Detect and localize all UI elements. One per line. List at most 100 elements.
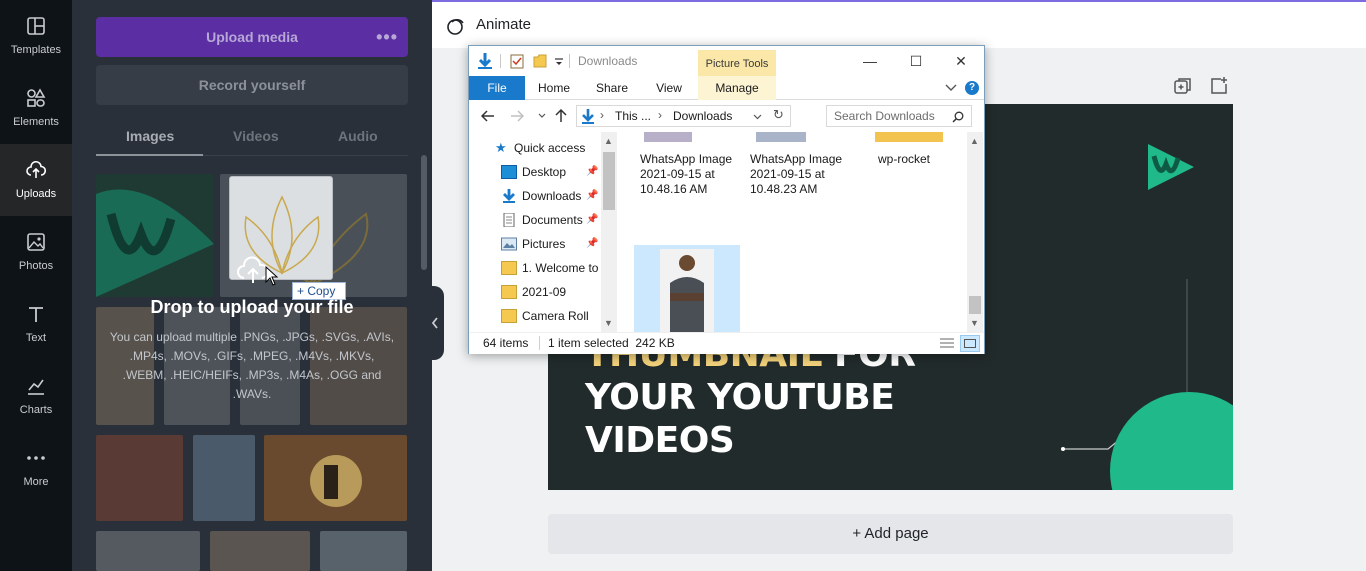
sunset-thumbnail-art	[310, 455, 362, 507]
details-view-icon[interactable]	[939, 337, 955, 350]
nav-item-quick-access[interactable]: ★ Quick access	[469, 136, 601, 160]
photos-icon	[27, 233, 45, 251]
nav-scrollbar[interactable]: ▲ ▼	[601, 132, 617, 332]
image-thumbnail[interactable]	[193, 435, 255, 521]
rail-item-text[interactable]: Text	[0, 288, 72, 360]
pin-icon: 📌	[586, 214, 599, 225]
rail-item-photos[interactable]: Photos	[0, 216, 72, 288]
up-arrow-icon[interactable]	[555, 109, 567, 123]
file-item[interactable]: WhatsApp Image 2021-09-15 at 10.48.16 AM	[640, 152, 746, 197]
rail-item-more[interactable]: More	[0, 432, 72, 504]
scroll-thumb[interactable]	[969, 296, 981, 314]
explorer-titlebar[interactable]: Downloads Picture Tools — ☐ ✕	[469, 46, 984, 76]
rail-label: Charts	[19, 404, 53, 416]
headline-line-2: YOUR YOUTUBE	[585, 377, 895, 418]
nav-label: Camera Roll	[522, 309, 589, 323]
breadcrumb-separator: ›	[658, 108, 662, 122]
image-thumbnail[interactable]	[96, 174, 214, 297]
cursor-arrow-icon	[265, 266, 279, 286]
nav-label: Documents	[522, 213, 583, 227]
back-arrow-icon[interactable]	[481, 110, 495, 122]
nav-item-folder[interactable]: Camera Roll	[469, 304, 601, 328]
rail-label: Templates	[10, 44, 62, 56]
image-thumbnail[interactable]	[96, 531, 200, 571]
customize-toolbar-icon[interactable]	[554, 57, 564, 67]
file-explorer-window[interactable]: Downloads Picture Tools — ☐ ✕ File Home …	[468, 45, 985, 354]
tab-active-indicator	[96, 154, 203, 156]
folder-icon	[501, 309, 517, 323]
close-button[interactable]: ✕	[938, 50, 984, 72]
pin-icon: 📌	[586, 166, 599, 177]
nav-item-documents[interactable]: Documents 📌	[469, 208, 601, 232]
upload-media-button[interactable]: Upload media •••	[96, 17, 408, 57]
nav-item-folder[interactable]: 1. Welcome to	[469, 256, 601, 280]
tab-images[interactable]: Images	[126, 128, 174, 144]
more-options-icon[interactable]: •••	[376, 17, 398, 57]
image-thumbnail[interactable]	[264, 435, 407, 521]
tab-share[interactable]: Share	[583, 76, 641, 100]
rail-item-templates[interactable]: Templates	[0, 0, 72, 72]
tab-home[interactable]: Home	[525, 76, 583, 100]
rail-label: Text	[25, 332, 47, 344]
selected-file-item[interactable]: pro_pro-removebg-preview	[634, 245, 740, 332]
breadcrumb-downloads[interactable]: Downloads	[673, 109, 732, 123]
address-dropdown-icon[interactable]	[753, 114, 762, 120]
image-thumbnail[interactable]	[96, 435, 183, 521]
tab-view[interactable]: View	[641, 76, 697, 100]
tab-manage[interactable]: Manage	[698, 76, 776, 100]
logo-thumbnail-art	[96, 189, 214, 297]
panel-scrollbar[interactable]	[421, 155, 427, 270]
nav-item-folder[interactable]: 2021-09	[469, 280, 601, 304]
documents-icon	[503, 213, 515, 227]
person-image-thumbnail	[660, 249, 714, 332]
file-thumbnail	[644, 132, 692, 142]
text-icon	[29, 307, 43, 322]
scroll-up-icon[interactable]: ▲	[970, 136, 979, 146]
minimize-button[interactable]: —	[847, 50, 893, 72]
nav-label: Pictures	[522, 237, 566, 251]
scroll-thumb[interactable]	[603, 152, 615, 210]
image-thumbnail[interactable]	[320, 531, 407, 571]
nav-item-downloads[interactable]: Downloads 📌	[469, 184, 601, 208]
rail-item-charts[interactable]: Charts	[0, 360, 72, 432]
folder-item[interactable]: wp-rocket	[878, 152, 968, 167]
content-scrollbar[interactable]: ▲ ▼	[967, 132, 983, 332]
tab-audio[interactable]: Audio	[338, 128, 378, 144]
recent-locations-icon[interactable]	[538, 113, 546, 119]
tab-videos[interactable]: Videos	[233, 128, 279, 144]
chevron-left-icon	[431, 317, 438, 329]
forward-arrow-icon[interactable]	[510, 110, 524, 122]
animate-button[interactable]: Animate	[476, 16, 531, 33]
file-item[interactable]: WhatsApp Image 2021-09-15 at 10.48.23 AM	[750, 152, 856, 197]
breadcrumb-separator: ›	[600, 108, 604, 122]
help-icon[interactable]: ?	[965, 81, 979, 95]
rail-item-elements[interactable]: Elements	[0, 72, 72, 144]
duplicate-page-icon[interactable]	[1173, 76, 1193, 96]
scroll-down-icon[interactable]: ▼	[604, 318, 613, 328]
add-page-icon[interactable]	[1209, 76, 1229, 96]
collapse-panel-button[interactable]	[428, 286, 444, 360]
new-folder-icon[interactable]	[533, 54, 547, 68]
download-arrow-icon	[478, 53, 492, 69]
breadcrumb-this-pc[interactable]: This ...	[615, 109, 651, 123]
record-yourself-button[interactable]: Record yourself	[96, 65, 408, 105]
refresh-icon[interactable]: ↻	[773, 107, 784, 123]
rail-item-uploads[interactable]: Uploads	[0, 144, 72, 216]
scroll-up-icon[interactable]: ▲	[604, 136, 613, 146]
add-page-button[interactable]: + Add page	[548, 514, 1233, 554]
folder-thumbnail	[875, 132, 943, 142]
search-downloads-input[interactable]: Search Downloads	[826, 105, 972, 127]
properties-icon[interactable]	[510, 53, 524, 69]
chevron-down-icon[interactable]	[945, 84, 957, 92]
maximize-button[interactable]: ☐	[893, 50, 939, 72]
search-icon	[952, 111, 964, 123]
image-thumbnail[interactable]	[210, 531, 310, 571]
headline-line-3: VIDEOS	[585, 420, 735, 461]
large-icons-view-icon[interactable]	[960, 335, 980, 352]
scroll-down-icon[interactable]: ▼	[970, 318, 979, 328]
nav-item-pictures[interactable]: Pictures 📌	[469, 232, 601, 256]
address-bar[interactable]: › This ... › Downloads ↻	[576, 105, 791, 127]
animate-icon	[447, 19, 464, 35]
nav-item-desktop[interactable]: Desktop 📌	[469, 160, 601, 184]
tab-file[interactable]: File	[469, 76, 525, 100]
